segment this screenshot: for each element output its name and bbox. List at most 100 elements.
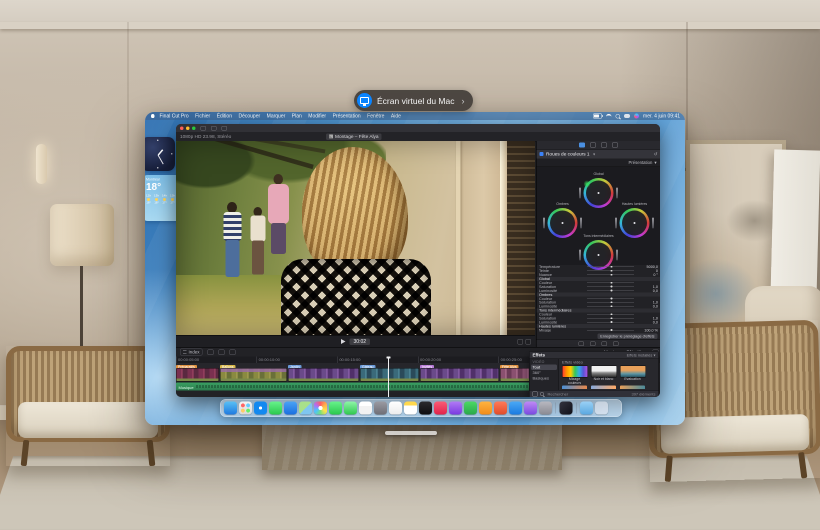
menu-item[interactable]: Modifier [308,113,326,119]
presentation-row[interactable]: Présentation ▾ [537,159,661,168]
control-center-icon[interactable] [624,114,630,118]
menubar-clock[interactable]: mer. 4 juin 09:41 [643,113,680,119]
effect-item[interactable]: Noir et blanc [591,366,616,386]
siri-icon[interactable] [634,114,639,119]
close-button[interactable] [180,126,184,130]
effects-installed-filter[interactable]: Effets installés ▾ [627,353,656,358]
podcasts[interactable] [449,402,462,415]
viewer-project-chip[interactable]: Montage – Fête Alya [326,133,382,140]
parameter-slider[interactable] [587,322,634,323]
wheel-slider-left[interactable] [543,218,545,229]
info-inspector-tab[interactable] [612,143,618,148]
menu-item[interactable]: Présentation [333,113,361,119]
launchpad[interactable] [239,402,252,415]
clip-filmstrip[interactable] [176,368,219,382]
iphone-mirroring[interactable] [524,402,537,415]
parameter-slider[interactable] [587,290,634,291]
menu-item[interactable]: Marquer [267,113,286,119]
parameter-slider[interactable] [587,286,634,287]
effect-thumbnail[interactable] [591,366,617,378]
mail[interactable] [284,402,297,415]
calendar[interactable] [359,402,372,415]
mac-virtual-display-pill[interactable]: Écran virtuel du Mac › [354,90,473,111]
playhead[interactable] [388,357,389,398]
share-icon[interactable] [222,126,228,131]
app-rocket[interactable] [494,402,507,415]
photo-booth[interactable] [374,402,387,415]
color-wheel[interactable]: Hautes lumières [620,208,650,238]
color-icon[interactable] [590,341,596,346]
downloads[interactable] [580,402,593,415]
clip-filmstrip[interactable] [288,368,359,382]
app-store[interactable] [509,402,522,415]
wheel-slider-right[interactable] [652,218,654,229]
import-icon[interactable] [201,126,207,131]
clip-filmstrip[interactable] [360,368,419,382]
trim-tool-icon[interactable] [230,349,236,355]
zoom-fit-icon[interactable] [219,349,225,355]
viewer-options-icon[interactable] [526,339,532,345]
trash[interactable] [595,402,608,415]
clip-appearance-icon[interactable] [208,349,214,355]
timecode-display[interactable]: 30:02 [349,338,370,345]
timeline-clip[interactable]: Ballons [220,363,288,382]
parameter-slider[interactable] [587,302,634,303]
fullscreen-icon[interactable] [518,339,524,345]
parameter-slider[interactable] [587,283,634,284]
parameter-row[interactable]: Mixage 100,0 % [537,328,661,332]
keyword-icon[interactable] [211,126,217,131]
menu-item[interactable]: Final Cut Pro [160,113,189,119]
wheel-slider-left[interactable] [579,188,581,199]
effect-thumbnail[interactable] [620,366,646,378]
parameter-slider[interactable] [587,306,634,307]
parameter-slider[interactable] [587,275,634,276]
numbers[interactable] [464,402,477,415]
effect-thumbnail[interactable] [562,366,588,378]
final-cut-pro[interactable] [560,402,573,415]
clock-widget[interactable] [145,137,175,171]
effect-item[interactable]: Évaluation [620,366,645,386]
messages[interactable] [269,402,282,415]
menu-item[interactable]: Fenêtre [367,113,384,119]
timeline-clip[interactable]: Invités [420,363,500,382]
audio-inspector-tab[interactable] [601,143,607,148]
wheel-slider-left[interactable] [579,250,581,261]
parameter-slider[interactable] [587,298,634,299]
parameter-slider[interactable] [587,267,634,268]
wheel-slider-right[interactable] [616,250,618,261]
apple-menu-icon[interactable] [151,114,155,118]
menu-item[interactable]: Aide [391,113,401,119]
minimize-button[interactable] [186,126,190,130]
parameter-slider[interactable] [587,271,634,272]
menu-item[interactable]: Plan [292,113,302,119]
mac-virtual-display[interactable]: Final Cut ProFichierÉditionDécouperMarqu… [145,112,685,425]
zoom-button[interactable] [192,126,196,130]
maps[interactable] [299,402,312,415]
parameter-slider[interactable] [587,314,634,315]
timeline-clip[interactable]: Gâteau [360,363,420,382]
effects-category[interactable]: Basiques [530,376,559,382]
effect-enabled-checkbox[interactable] [540,152,544,156]
color-wheel[interactable]: Tons intermédiaires [584,240,614,270]
effect-header-row[interactable]: Roues de couleurs 1 ▾ ↺ [537,150,661,159]
parameter-slider[interactable] [587,318,634,319]
video-inspector-tab[interactable] [579,143,585,148]
index-button[interactable]: Index [180,349,203,356]
wheel-slider-left[interactable] [615,218,617,229]
play-icon[interactable] [341,339,346,344]
spotlight-search-icon[interactable] [616,114,621,119]
menu-item[interactable]: Découper [238,113,260,119]
notes[interactable] [404,402,417,415]
wheel-slider-right[interactable] [580,218,582,229]
parameter-value[interactable]: 100,0 % [636,328,658,332]
timeline-clip[interactable]: Jardin [288,363,360,382]
info-icon[interactable] [613,341,619,346]
effect-item[interactable]: Mixage couleurs [562,366,587,386]
facetime[interactable] [329,402,342,415]
grid-view-icon[interactable] [533,392,538,397]
wifi-icon[interactable] [606,114,612,120]
photos[interactable] [314,402,327,415]
reset-icon[interactable]: ↺ [654,151,658,157]
battery-icon[interactable] [593,114,602,119]
timeline-clip[interactable]: Préparatifs [176,363,220,382]
